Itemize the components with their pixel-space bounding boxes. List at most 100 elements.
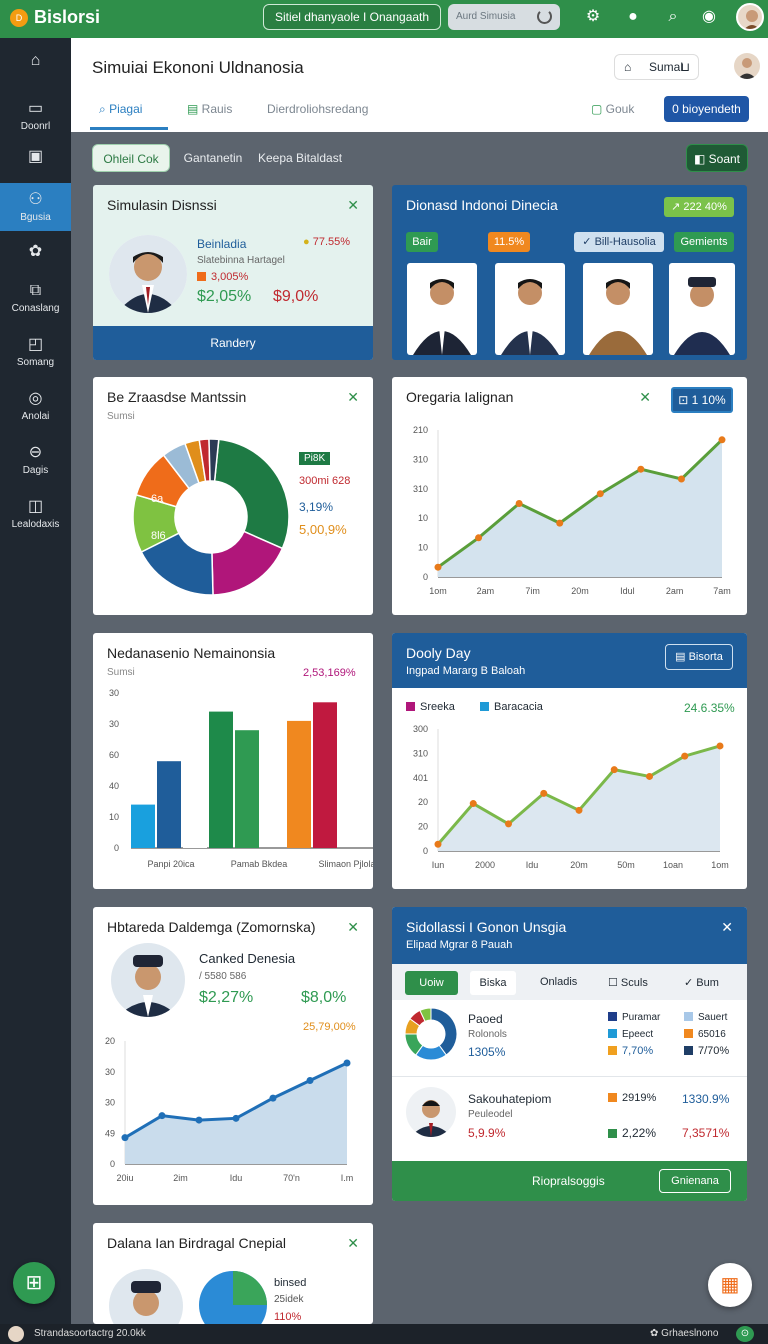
- tab-dierdrol[interactable]: Dierdroliohsredang: [267, 102, 368, 116]
- close-icon[interactable]: ✕: [347, 197, 359, 214]
- footer-button[interactable]: Gnienana: [659, 1169, 731, 1193]
- simulate-button[interactable]: Aurd Simusia: [448, 4, 560, 30]
- card-title: Dooly Day: [406, 645, 471, 661]
- sidebar-item-lealodaxis[interactable]: ◫ Lealodaxis: [0, 490, 71, 538]
- box-icon: ▣: [27, 148, 44, 165]
- briefcase-fab-button[interactable]: ▦: [708, 1263, 752, 1307]
- copy-icon: ⧉: [29, 282, 42, 299]
- filter-pill[interactable]: ✓ Bill-Hausolia: [574, 232, 664, 252]
- sidebar-item-label: Somang: [16, 357, 55, 368]
- user-avatar[interactable]: [736, 3, 764, 31]
- sidebar-item-dagis[interactable]: ⊖ Dagis: [0, 436, 71, 484]
- filter-chip[interactable]: Keepa Bitaldast: [256, 144, 344, 172]
- settings-icon[interactable]: ⚙: [582, 6, 604, 28]
- stat-value: $8,0%: [301, 989, 347, 1006]
- data-point: [718, 436, 726, 444]
- x-tick-label: Idul: [620, 586, 635, 596]
- filter-pill[interactable]: Bair: [406, 232, 438, 252]
- filter-pill[interactable]: 11.5%: [488, 232, 530, 252]
- apps-grid-button[interactable]: ⊞: [13, 1262, 55, 1304]
- sidebar-item-bgusia[interactable]: ⚇ Bgusia: [0, 183, 71, 231]
- card-tab[interactable]: Uoiw: [405, 971, 458, 995]
- legend-label: Sreeka: [420, 701, 455, 713]
- close-icon[interactable]: ✕: [721, 919, 733, 936]
- x-tick-label: 50m: [617, 860, 635, 870]
- data-point: [306, 1077, 314, 1085]
- tab-gouk[interactable]: ▢ Gouk: [591, 102, 634, 116]
- card-tab[interactable]: Onladis: [540, 976, 577, 988]
- card-footer-button[interactable]: Randery: [93, 326, 373, 360]
- card-tab[interactable]: ✓ Bum: [684, 976, 719, 989]
- header-avatar[interactable]: [734, 53, 760, 79]
- primary-action-button[interactable]: 0 bioyendeth: [664, 96, 749, 122]
- lock-icon: ▢: [591, 102, 606, 116]
- bisorta-button[interactable]: ▤ Bisorta: [665, 644, 733, 670]
- card-title: Sidollassi I Gonon Unsgia: [406, 919, 567, 935]
- card-tab[interactable]: Biska: [470, 971, 516, 995]
- person-sub: 25idek: [274, 1294, 304, 1305]
- legend-swatch: [684, 1029, 693, 1038]
- filter-chip[interactable]: Gantanetin: [176, 144, 250, 172]
- filter-chip[interactable]: Ohleil Cok: [92, 144, 170, 172]
- search-box[interactable]: Sitiel dhanyaole I Onangaath: [263, 4, 441, 30]
- card-title: Dalana Ian Birdragal Cnepial: [107, 1235, 286, 1251]
- gonon-unsgia-card: Sidollassi I Gonon Unsgia Elipad Mgrar 8…: [392, 907, 747, 1201]
- data-point: [540, 789, 548, 797]
- checkbox-icon: ☐: [608, 977, 621, 989]
- simulation-card: Simulasin Disnssi ✕ Beinladia Slatebinna…: [93, 185, 373, 360]
- pill-label: Bill-Hausolia: [594, 236, 656, 248]
- legend-label: 7/70%: [698, 1045, 730, 1057]
- sidebar-item-home[interactable]: ⌂: [0, 44, 71, 92]
- legend-swatch: [608, 1046, 617, 1055]
- stat-pct: 3,005%: [197, 271, 248, 283]
- columns-icon: ◫: [27, 498, 44, 515]
- status-right-item[interactable]: ✿ Grhaeslnono: [650, 1328, 718, 1339]
- card-header: [392, 907, 747, 964]
- y-tick-label: 0: [423, 846, 428, 856]
- message-icon[interactable]: ◉: [698, 6, 720, 28]
- x-tick-label: I.m: [341, 1173, 354, 1183]
- x-tick-label: 1oan: [663, 860, 683, 870]
- legend-swatch: [608, 1093, 617, 1102]
- search-icon[interactable]: ⌕: [662, 6, 684, 28]
- legend-label: Puramar: [622, 1012, 661, 1023]
- sumal-button[interactable]: ⌂ Sumal ⊔: [614, 54, 699, 80]
- avatar: [109, 235, 187, 313]
- legend-swatch: [480, 702, 489, 711]
- close-icon[interactable]: ✕: [347, 1235, 359, 1252]
- data-point: [610, 766, 618, 774]
- card-tab[interactable]: ☐ Sculs: [608, 976, 648, 989]
- refresh-icon[interactable]: [537, 9, 552, 24]
- donut-chart-card: Be Zraasdse Mantssin Sumsi ✕ Pi8K 300mi …: [93, 377, 373, 615]
- legend-item: 7/70%: [684, 1045, 729, 1057]
- legend-label: Sauert: [698, 1012, 728, 1023]
- legend-item: 2919%: [608, 1092, 656, 1104]
- tab-rauis[interactable]: ▤ Rauis: [187, 102, 232, 116]
- bar: [183, 810, 207, 848]
- chart-badge[interactable]: ⊡ 1 10%: [671, 387, 733, 413]
- close-icon[interactable]: ✕: [347, 389, 359, 406]
- badge-value: 1 10%: [691, 393, 726, 407]
- tab-piagai[interactable]: ⌕ Piagai: [99, 102, 142, 117]
- status-icon[interactable]: ⊙: [736, 1326, 754, 1342]
- sidebar-item-anolai[interactable]: ◎ Anolai: [0, 382, 71, 430]
- sidebar-item-box[interactable]: ▣: [0, 140, 71, 188]
- y-tick-label: 310: [413, 748, 428, 758]
- sort-icon: ◧: [693, 152, 709, 166]
- data-point: [469, 800, 477, 808]
- data-point: [505, 820, 512, 828]
- close-icon[interactable]: ✕: [347, 919, 359, 936]
- sidebar-item-somang[interactable]: ◰ Somang: [0, 328, 71, 376]
- chat-icon[interactable]: ●: [622, 6, 644, 28]
- legend-item: Sreeka: [406, 701, 455, 713]
- status-avatar: [8, 1326, 24, 1342]
- sidebar-item-conaslang[interactable]: ⧉ Conaslang: [0, 274, 71, 322]
- sidebar-item-doonrl[interactable]: ▭ Doonrl: [0, 92, 71, 140]
- data-point: [515, 500, 523, 507]
- y-tick-label: 20: [418, 797, 428, 807]
- close-icon[interactable]: ✕: [639, 389, 651, 406]
- soant-button[interactable]: ◧ Soant: [686, 144, 748, 172]
- filter-pill[interactable]: Gemients: [674, 232, 734, 252]
- square-icon: ◰: [27, 336, 44, 353]
- divider: [392, 1076, 747, 1077]
